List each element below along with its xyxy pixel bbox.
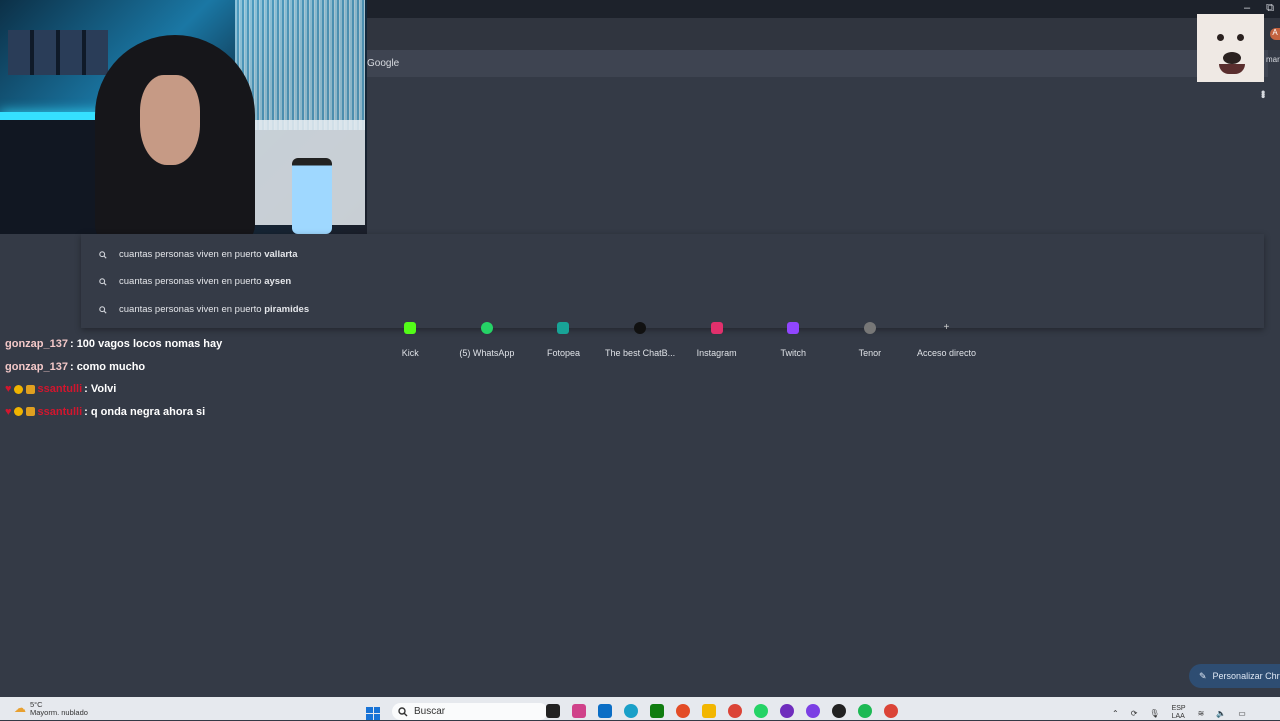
plus-icon: +: [943, 322, 950, 333]
suggestion-item[interactable]: cuantas personas viven en puerto vallart…: [99, 249, 298, 260]
shortcut-tiles: Kick (5) WhatsApp Fotopea The best ChatB…: [372, 322, 985, 358]
shortcut-instagram[interactable]: Instagram: [678, 322, 755, 358]
chat-message: ♥ ssantulli : Volvi: [5, 378, 222, 401]
whatsapp-icon: [480, 322, 493, 334]
sync-icon[interactable]: ⟳: [1131, 709, 1138, 718]
whatsapp-icon[interactable]: [754, 704, 768, 718]
chat-text: : 100 vagos locos nomas hay: [69, 338, 223, 351]
store-icon[interactable]: [598, 704, 612, 718]
weather-widget[interactable]: ☁ 5°C Mayorm. nublado: [14, 701, 88, 717]
app-orange-icon[interactable]: [676, 704, 690, 718]
search-icon: [99, 250, 107, 259]
customize-chrome-button[interactable]: ✎ Personalizar Chr: [1189, 664, 1280, 688]
shortcut-fotopea[interactable]: Fotopea: [525, 322, 602, 358]
edge-text: mar: [1266, 55, 1280, 64]
mic-icon[interactable]: 🎙: [1149, 709, 1159, 718]
chat-text: : como mucho: [69, 360, 146, 373]
search-suggestions: cuantas personas viven en puerto vallart…: [81, 234, 1264, 328]
stream-chat-overlay: gonzap_137 : 100 vagos locos nomas hay g…: [5, 333, 222, 423]
cloud-sun-icon: ☁: [14, 701, 26, 715]
chat-text: : q onda negra ahora si: [84, 405, 206, 418]
suggestion-text: cuantas personas viven en puerto aysen: [119, 276, 292, 287]
kick-icon: [404, 322, 417, 334]
system-tray: ⌃ ⟳ 🎙 ESP LAA ≋ 🔈 ▭: [1112, 705, 1246, 721]
shortcut-tenor[interactable]: Tenor: [832, 322, 909, 358]
search-icon: [99, 305, 107, 314]
heart-badge-icon: ♥: [5, 405, 12, 418]
search-icon: [99, 277, 107, 286]
folder-icon[interactable]: [702, 704, 716, 718]
volume-icon[interactable]: 🔈: [1216, 709, 1226, 718]
shortcut-whatsapp[interactable]: (5) WhatsApp: [449, 322, 526, 358]
restore-button[interactable]: ⧉: [1266, 2, 1274, 15]
shortcut-kick[interactable]: Kick: [372, 322, 449, 358]
chatgpt-icon: [634, 322, 647, 334]
obs-icon[interactable]: [780, 704, 794, 718]
xbox-icon[interactable]: [650, 704, 664, 718]
shortcut-chatbot[interactable]: The best ChatB...: [602, 322, 679, 358]
chat-message: ♥ ssantulli : q onda negra ahora si: [5, 401, 222, 424]
suggestion-item[interactable]: cuantas personas viven en puerto piramid…: [99, 304, 309, 315]
shortcut-add[interactable]: + Acceso directo: [908, 322, 985, 358]
suggestion-item[interactable]: cuantas personas viven en puerto aysen: [99, 276, 291, 287]
instagram-icon: [710, 322, 723, 334]
search-icon: [398, 706, 408, 716]
chat-username: ssantulli: [37, 383, 83, 396]
chevron-up-icon[interactable]: ⌃: [1112, 709, 1119, 718]
photopea-icon: [557, 322, 570, 334]
language-indicator[interactable]: ESP LAA: [1172, 705, 1186, 721]
spotify-icon[interactable]: [858, 704, 872, 718]
heart-badge-icon: ♥: [5, 383, 12, 396]
crown-badge-icon: [25, 384, 35, 394]
task-view-icon[interactable]: [546, 704, 560, 718]
twitch-icon: [787, 322, 800, 334]
pencil-icon: ✎: [1199, 670, 1207, 681]
chat-username: gonzap_137: [5, 360, 68, 373]
chat-username: ssantulli: [37, 405, 83, 418]
copilot-icon[interactable]: [572, 704, 586, 718]
app-dark-icon[interactable]: [832, 704, 846, 718]
chat-username: gonzap_137: [5, 338, 68, 351]
chrome-active-icon[interactable]: [884, 704, 898, 718]
taskbar-apps: [546, 704, 898, 718]
chat-message: gonzap_137 : como mucho: [5, 356, 222, 379]
edge-icon[interactable]: [624, 704, 638, 718]
taskbar-search[interactable]: Buscar: [392, 703, 548, 720]
suggestion-text: cuantas personas viven en puerto piramid…: [119, 304, 310, 315]
streamer-webcam: [0, 0, 367, 234]
shortcut-twitch[interactable]: Twitch: [755, 322, 832, 358]
suggestion-text: cuantas personas viven en puerto vallart…: [119, 249, 298, 260]
chat-message: gonzap_137 : 100 vagos locos nomas hay: [5, 333, 222, 356]
windows-start-icon[interactable]: [366, 707, 380, 720]
subscriber-badge-icon: [13, 384, 23, 394]
profile-avatar[interactable]: A: [1270, 28, 1280, 40]
crown-badge-icon: [25, 407, 35, 417]
tenor-icon: [863, 322, 876, 334]
chrome-icon[interactable]: [728, 704, 742, 718]
search-engine-label: Google: [367, 58, 400, 69]
battery-icon[interactable]: ▭: [1238, 709, 1246, 718]
app-purple-icon[interactable]: [806, 704, 820, 718]
wifi-icon[interactable]: ≋: [1198, 709, 1205, 718]
dog-avatar: [1197, 14, 1264, 82]
subscriber-badge-icon: [13, 407, 23, 417]
chat-text: : Volvi: [84, 383, 117, 396]
more-options-icon[interactable]: •••: [1256, 90, 1270, 97]
